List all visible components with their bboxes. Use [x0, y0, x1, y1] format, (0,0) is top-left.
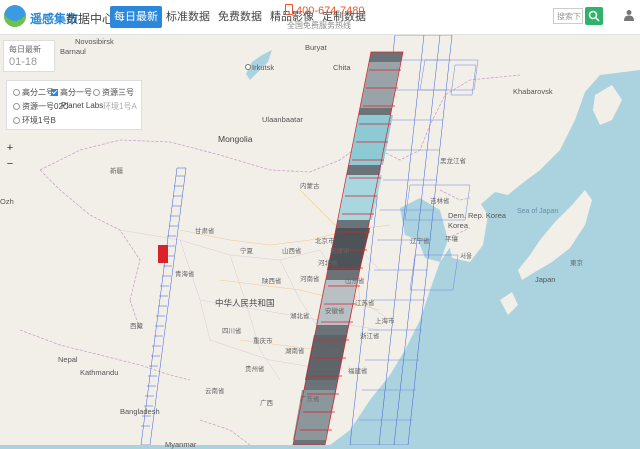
label-qinghai: 青海省	[175, 271, 195, 278]
checkbox-checked-icon	[51, 89, 58, 96]
user-icon[interactable]	[624, 9, 634, 21]
label-chita: Chita	[333, 63, 351, 72]
label-jilin: 吉林省	[430, 198, 450, 205]
label-shanxi: 山西省	[282, 248, 302, 255]
tab-standard-data[interactable]: 标准数据	[162, 6, 214, 28]
sat-option-hj1b[interactable]: 环境1号B	[13, 115, 56, 126]
label-shandong: 山东省	[345, 278, 365, 285]
tab-free-data[interactable]: 免费数据	[214, 6, 266, 28]
label-ulaanbaatar: Ulaanbaatar	[262, 115, 303, 124]
hotline-slogan: 全国免费服务热线	[287, 21, 351, 30]
date-value: 01-18	[9, 56, 38, 68]
radio-icon	[13, 117, 20, 124]
label-pyongyang: 平壤	[445, 236, 458, 243]
label-henan: 河南省	[300, 276, 320, 283]
radio-icon	[13, 89, 20, 96]
label-shanghai: 上海市	[375, 318, 395, 325]
label-hebei: 河北省	[318, 260, 338, 267]
label-barnaul: Barnaul	[60, 47, 86, 56]
city-dot-icon	[245, 64, 251, 70]
label-heilongjiang: 黑龙江省	[440, 158, 466, 165]
phone-icon	[285, 4, 293, 15]
search-button[interactable]	[585, 7, 603, 25]
sat-option-planet[interactable]: Planet Labs	[61, 101, 103, 110]
sat-option-gf2[interactable]: 高分二号	[13, 87, 54, 98]
sat-label-zy3: 资源三号	[102, 88, 134, 97]
label-yunnan: 云南省	[205, 388, 225, 395]
label-gansu: 甘肃省	[195, 228, 215, 235]
top-header: 遥感集市 数据中心▼ 每日最新 标准数据 免费数据 精品影像 定制数据 400-…	[0, 0, 640, 35]
label-buryat: Buryat	[305, 43, 327, 52]
sat-option-gf1[interactable]: 高分一号	[51, 87, 92, 98]
label-xizang: 西藏	[130, 323, 143, 330]
label-chongqing: 重庆市	[253, 338, 273, 345]
search-input[interactable]: 搜索下	[553, 8, 583, 24]
label-tianjin: 天津市	[330, 248, 350, 255]
label-jiangxi: 江西省	[320, 348, 340, 355]
label-hubei: 湖北省	[290, 313, 310, 320]
sat-label-hj1a: 环境1号A	[103, 102, 137, 111]
label-xinjiang: 新疆	[110, 168, 123, 175]
label-tokyo: 東京	[570, 260, 583, 267]
radio-icon	[13, 103, 20, 110]
label-jiangsu: 江苏省	[355, 300, 375, 307]
label-neimeng: 内蒙古	[300, 183, 320, 190]
radio-icon	[93, 89, 100, 96]
label-guangdong: 广东省	[300, 396, 320, 403]
sat-label-planet: Planet Labs	[61, 101, 104, 110]
zoom-out-button[interactable]: −	[3, 156, 17, 172]
label-novosibirsk: Novosibirsk	[75, 37, 114, 46]
label-nepal: Nepal	[58, 355, 78, 364]
sat-option-zy3[interactable]: 资源三号	[93, 87, 134, 98]
phone-text: 400-674-7480	[296, 5, 365, 17]
label-fujian: 福建省	[348, 368, 368, 375]
label-dem-rep-korea: Dem. Rep. Korea	[448, 211, 506, 220]
label-kathmandu: Kathmandu	[80, 368, 119, 377]
label-guizhou: 贵州省	[245, 366, 265, 373]
label-sea-of-japan: Sea of Japan	[517, 208, 559, 215]
sat-option-hj1a: 环境1号A	[103, 101, 137, 112]
label-liaoning: 辽宁省	[410, 238, 430, 245]
label-japan: Japan	[535, 275, 556, 284]
label-bangladesh: Bangladesh	[120, 407, 160, 416]
label-uzb: Ozh	[0, 197, 14, 206]
tab-daily-latest[interactable]: 每日最新	[110, 6, 162, 28]
label-mongolia: Mongolia	[218, 134, 253, 144]
label-zhejiang: 浙江省	[360, 333, 380, 340]
label-guangxi: 广西	[260, 400, 273, 407]
data-center-label: 数据中心	[66, 12, 115, 26]
label-ningxia: 宁夏	[240, 248, 253, 255]
zoom-in-button[interactable]: +	[3, 140, 17, 156]
label-khabarovsk: Khabarovsk	[513, 87, 553, 96]
label-anhui: 安徽省	[325, 308, 345, 315]
satellite-filter-panel: 高分二号 高分一号 资源三号 资源一号02C Planet Labs 环境1号A…	[6, 80, 142, 130]
date-picker[interactable]: 每日最新 01-18	[3, 40, 55, 72]
search-icon	[588, 10, 600, 22]
sat-label-gf2: 高分二号	[22, 88, 54, 97]
sat-label-gf1: 高分一号	[60, 88, 92, 97]
phone-number: 400-674-7480	[285, 4, 365, 17]
label-beijing: 北京市	[315, 238, 335, 245]
label-hunan: 湖南省	[285, 348, 305, 355]
label-irkutsk: Irkutsk	[245, 63, 274, 72]
label-shaanxi: 陕西省	[262, 278, 282, 285]
date-label: 每日最新	[9, 45, 41, 54]
label-sichuan: 四川省	[222, 328, 242, 335]
label-seoul: 서울	[460, 253, 472, 260]
label-china: 中华人民共和国	[215, 298, 275, 308]
label-irkutsk-text: Irkutsk	[252, 63, 275, 72]
sat-label-hj1b: 环境1号B	[22, 116, 56, 125]
selected-footprint-west	[158, 245, 168, 263]
hokkaido-landmass	[593, 85, 622, 125]
label-korea: Korea	[448, 221, 469, 230]
kyushu-landmass	[500, 292, 518, 315]
logo-icon[interactable]	[4, 5, 26, 27]
zoom-controls: + −	[3, 140, 17, 176]
